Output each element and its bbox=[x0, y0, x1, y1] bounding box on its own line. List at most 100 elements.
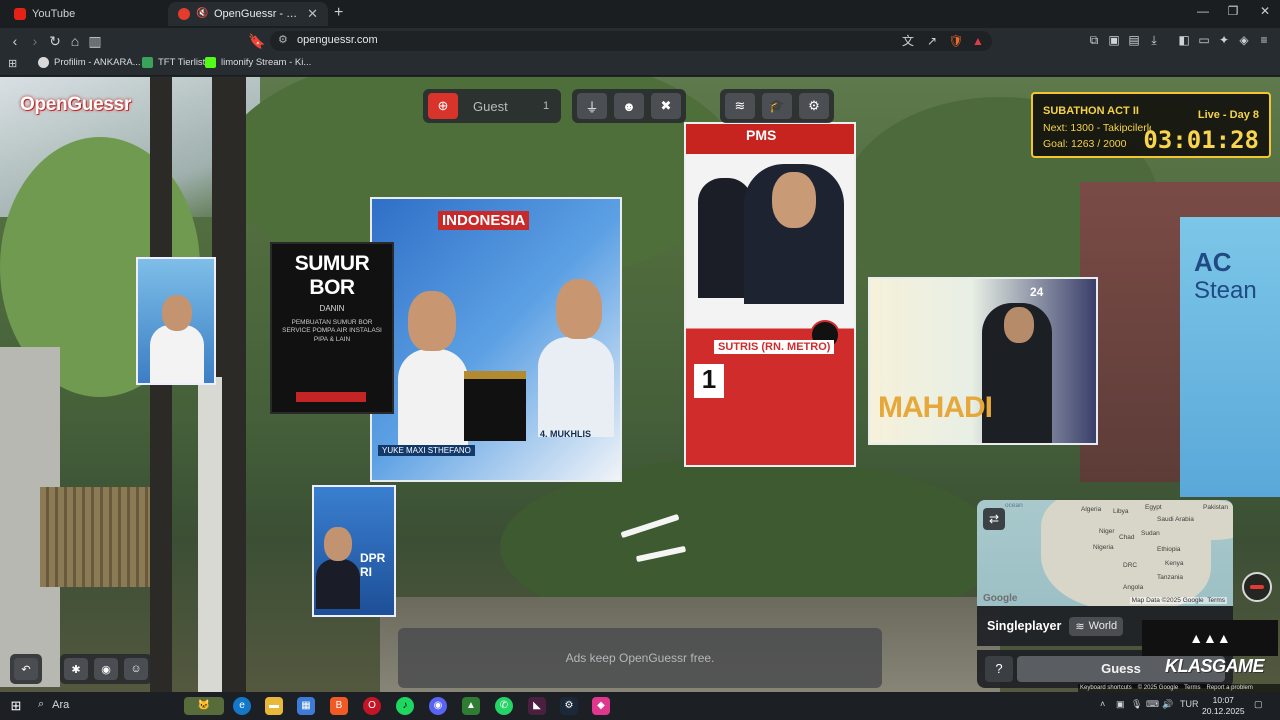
openguessr-logo[interactable]: OpenGuessr bbox=[20, 94, 131, 116]
battle-icon[interactable]: ✖ bbox=[651, 93, 681, 119]
streaming-app-icon[interactable]: ◆ bbox=[592, 697, 610, 715]
terms-link[interactable]: Terms bbox=[1207, 597, 1225, 604]
klasgame-logo: KLASGAME bbox=[1165, 656, 1265, 677]
bookmark-profilim[interactable]: Profilim - ANKARA... bbox=[38, 57, 141, 68]
back-button[interactable]: ‹ bbox=[6, 32, 24, 50]
steam-icon[interactable]: ⚙ bbox=[560, 697, 578, 715]
edge-icon[interactable]: e bbox=[233, 697, 251, 715]
fence bbox=[40, 487, 150, 587]
reddit-icon[interactable]: ☺ bbox=[124, 658, 148, 680]
new-tab-button[interactable]: + bbox=[334, 4, 343, 22]
cat-widget-icon[interactable]: 🐱 bbox=[184, 697, 224, 715]
add-user-icon[interactable]: ⊕ bbox=[428, 93, 458, 119]
brave-shields-icon[interactable]: 🛡 bbox=[948, 33, 964, 49]
clock-date: 20.12.2025 bbox=[1202, 706, 1245, 716]
app-icon[interactable]: ▲ bbox=[462, 697, 480, 715]
tab-youtube[interactable]: YouTube bbox=[4, 2, 164, 26]
education-icon[interactable]: 🎓 bbox=[762, 93, 792, 119]
footer-link[interactable]: Terms bbox=[1184, 685, 1200, 691]
store-icon[interactable]: ▦ bbox=[297, 697, 315, 715]
sidebar-icon[interactable]: ▥ bbox=[86, 32, 104, 50]
vpn-icon[interactable]: ◈ bbox=[1236, 32, 1252, 48]
bug-report-icon[interactable]: ✱ bbox=[64, 658, 88, 680]
site-settings-icon[interactable]: ⚙ bbox=[278, 33, 288, 46]
leo-ai-icon[interactable]: ✦ bbox=[1216, 32, 1232, 48]
clock-time: 10:07 bbox=[1212, 695, 1234, 705]
candidate-body bbox=[398, 349, 468, 449]
subathon-goal: Goal: 1263 / 2000 bbox=[1043, 138, 1127, 150]
mode-label: Singleplayer bbox=[987, 619, 1062, 633]
menu-icon[interactable]: ≡ bbox=[1256, 32, 1272, 48]
address-bar[interactable]: ⚙ openguessr.com 文 ↗ 🛡 ▲ bbox=[270, 31, 992, 51]
bookmark-icon[interactable]: 🔖 bbox=[248, 32, 266, 50]
reload-button[interactable]: ↻ bbox=[46, 32, 64, 50]
footer-link[interactable]: Report a problem bbox=[1207, 685, 1253, 691]
bookmark-kick[interactable]: limonify Stream - Ki... bbox=[205, 57, 311, 68]
undo-icon[interactable]: ↶ bbox=[14, 658, 38, 680]
kaaba-image bbox=[464, 371, 526, 441]
sign-dpr: DPR RI bbox=[312, 485, 396, 617]
browser-tab-bar: YouTube 🔇 OpenGuessr - Free GeoGuessr ✕ … bbox=[0, 0, 1280, 28]
spotify-icon[interactable]: ♪ bbox=[396, 697, 414, 715]
map-label: Nigeria bbox=[1093, 544, 1114, 551]
wallet-icon[interactable]: ▭ bbox=[1196, 32, 1212, 48]
candidate-body bbox=[316, 559, 360, 609]
sidebar-toggle-icon[interactable]: ◧ bbox=[1176, 32, 1192, 48]
forward-button[interactable]: › bbox=[26, 32, 44, 50]
close-window-button[interactable]: ✕ bbox=[1250, 4, 1280, 18]
settings-gear-icon[interactable]: ⚙ bbox=[799, 93, 829, 119]
file-explorer-icon[interactable]: ▬ bbox=[265, 697, 283, 715]
sign-text: PEMBUATAN SUMUR BOR SERVICE POMPA AIR IN… bbox=[282, 319, 382, 343]
layers-small-icon: ≋ bbox=[1075, 620, 1085, 633]
tab-title: OpenGuessr - Free GeoGuessr bbox=[214, 8, 301, 20]
discord-app-icon[interactable]: ◉ bbox=[429, 697, 447, 715]
tray-chevron-icon[interactable]: ˄ bbox=[1100, 699, 1105, 709]
taskbar-search[interactable]: ⌕ Ara bbox=[38, 698, 69, 711]
sign-text: SUTRIS (RN. METRO) bbox=[714, 340, 835, 354]
extensions-icon[interactable]: ⧉ bbox=[1086, 32, 1102, 48]
compass-icon[interactable] bbox=[1242, 572, 1272, 602]
sign-text: SUMUR BOR bbox=[294, 252, 370, 299]
brave-rewards-icon[interactable]: ▲ bbox=[970, 33, 986, 49]
translate-icon[interactable]: 文 bbox=[900, 33, 916, 49]
windows-start-icon[interactable]: ⊞ bbox=[8, 698, 24, 714]
volume-icon[interactable]: 🔊 bbox=[1162, 699, 1173, 710]
map-label: Kenya bbox=[1165, 560, 1184, 567]
swap-map-icon[interactable]: ⇄ bbox=[983, 508, 1005, 530]
screenshot-icon[interactable]: ▣ bbox=[1106, 32, 1122, 48]
network-icon[interactable]: ⌨ bbox=[1146, 699, 1159, 710]
guess-minimap[interactable]: ⇄ Algeria Libya Egypt Saudi Arabia Pakis… bbox=[977, 500, 1233, 606]
share-icon[interactable]: ↗ bbox=[924, 33, 940, 49]
whatsapp-icon[interactable]: ✆ bbox=[495, 697, 513, 715]
apps-icon[interactable]: ⊞ bbox=[8, 57, 17, 70]
multiplayer-icon[interactable]: ☻ bbox=[614, 93, 644, 119]
home-icon[interactable]: ⌂ bbox=[66, 32, 84, 50]
taskbar-clock[interactable]: 10:07 20.12.2025 bbox=[1202, 695, 1245, 717]
tray-app-icon[interactable]: ▣ bbox=[1116, 699, 1125, 710]
footer-link[interactable]: Keyboard shortcuts bbox=[1080, 685, 1132, 691]
map-selector[interactable]: ≋ World bbox=[1069, 616, 1124, 636]
tab-title: YouTube bbox=[32, 8, 76, 20]
minimize-button[interactable]: — bbox=[1188, 4, 1218, 18]
discord-icon[interactable]: ◉ bbox=[94, 658, 118, 680]
help-button[interactable]: ? bbox=[985, 656, 1013, 682]
close-tab-icon[interactable]: ✕ bbox=[307, 6, 318, 22]
leaderboard-icon[interactable]: ⏚ bbox=[577, 93, 607, 119]
mute-icon[interactable]: 🔇 bbox=[196, 8, 208, 20]
game-launcher-icon[interactable]: ◣ bbox=[528, 697, 546, 715]
candidate-face bbox=[408, 291, 456, 351]
tab-openguessr[interactable]: 🔇 OpenGuessr - Free GeoGuessr ✕ bbox=[168, 2, 328, 26]
download-icon[interactable]: ⤓ bbox=[1146, 32, 1162, 48]
brave-icon[interactable]: B bbox=[330, 697, 348, 715]
notification-icon[interactable]: ▢ bbox=[1254, 699, 1263, 710]
bookmark-tft[interactable]: TFT Tierlist bbox=[142, 57, 205, 68]
reader-icon[interactable]: ▤ bbox=[1126, 32, 1142, 48]
opera-icon[interactable]: O bbox=[363, 697, 381, 715]
restore-button[interactable]: ❐ bbox=[1218, 4, 1248, 18]
map-name: World bbox=[1088, 620, 1118, 632]
subathon-title: SUBATHON ACT II bbox=[1043, 105, 1139, 117]
map-label: Tanzania bbox=[1157, 574, 1184, 581]
language-indicator[interactable]: TUR bbox=[1180, 699, 1199, 709]
layers-icon[interactable]: ≋ bbox=[725, 93, 755, 119]
microphone-icon[interactable]: 🎙 bbox=[1131, 699, 1142, 710]
